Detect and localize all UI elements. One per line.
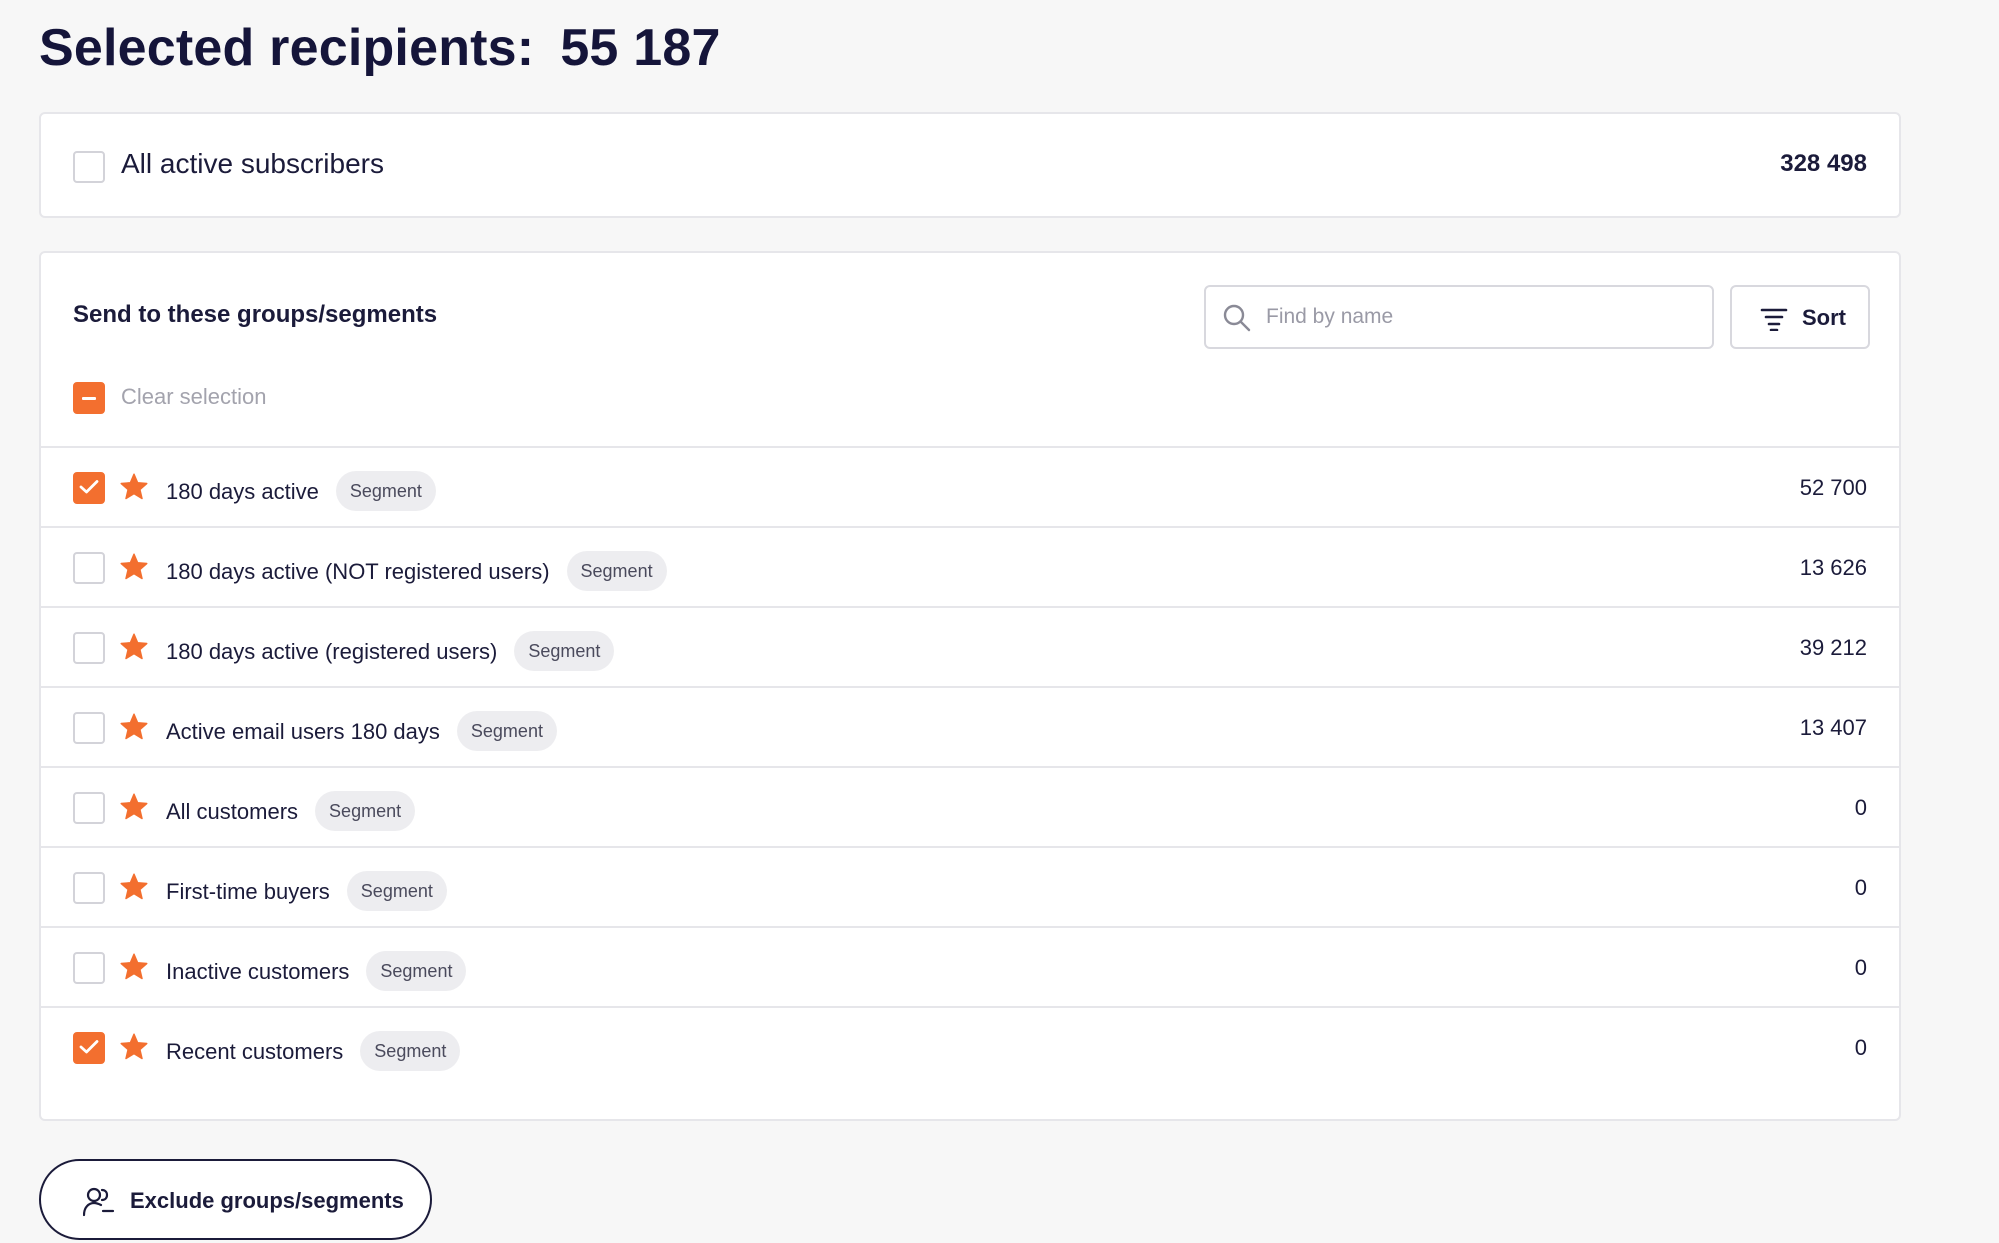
segment-badge: Segment: [366, 951, 467, 991]
segment-badge: Segment: [456, 711, 557, 751]
group-row-name: All customers Segment: [166, 791, 416, 831]
star-icon[interactable]: [119, 632, 149, 667]
group-row[interactable]: First-time buyers Segment 0: [41, 846, 1899, 926]
sort-button[interactable]: Sort: [1730, 285, 1870, 349]
group-row-label: 180 days active (NOT registered users): [166, 559, 550, 584]
groups-heading: Send to these groups/segments: [73, 301, 438, 328]
group-row-label: Recent customers: [166, 1039, 344, 1064]
group-row-name: Recent customers Segment: [166, 1031, 461, 1071]
group-row-count: 0: [1854, 955, 1867, 980]
user-minus-icon: [83, 1187, 115, 1217]
exclude-groups-button[interactable]: Exclude groups/segments: [39, 1159, 432, 1240]
group-row[interactable]: All customers Segment 0: [41, 766, 1899, 846]
group-row[interactable]: 180 days active Segment 52 700: [41, 446, 1899, 526]
group-row-name: Active email users 180 days Segment: [166, 711, 557, 751]
group-row-name: 180 days active (registered users) Segmen…: [166, 631, 615, 671]
group-row-checkbox[interactable]: [73, 712, 105, 744]
group-row-count: 13 626: [1799, 555, 1867, 580]
group-row[interactable]: Inactive customers Segment 0: [41, 926, 1899, 1006]
star-icon[interactable]: [119, 472, 149, 507]
selected-recipients-count: 55 187: [560, 19, 721, 77]
all-subscribers-label: All active subscribers: [121, 148, 384, 179]
group-row-count: 52 700: [1799, 475, 1867, 500]
groups-list: 180 days active Segment 52 700 180 days act…: [41, 446, 1899, 1086]
group-row-checkbox[interactable]: [73, 472, 105, 504]
group-row-checkbox[interactable]: [73, 552, 105, 584]
groups-card: Send to these groups/segments Sort Clear…: [39, 251, 1901, 1121]
search-icon: [1223, 304, 1251, 332]
group-row-label: First-time buyers: [166, 879, 330, 904]
group-row-name: Inactive customers Segment: [166, 951, 467, 991]
group-row-label: Active email users 180 days: [166, 719, 440, 744]
star-icon[interactable]: [119, 1032, 149, 1067]
clear-selection-label[interactable]: Clear selection: [121, 384, 267, 410]
group-row-checkbox[interactable]: [73, 872, 105, 904]
group-row[interactable]: Recent customers Segment 0: [41, 1006, 1899, 1086]
all-subscribers-count: 328 498: [1780, 150, 1867, 177]
page-title: Selected recipients: 55 187: [39, 18, 721, 78]
group-row-name: 180 days active Segment: [166, 471, 436, 511]
exclude-groups-button-label: Exclude groups/segments: [130, 1188, 404, 1213]
group-row-name: 180 days active (NOT registered users) Se…: [166, 551, 667, 591]
segment-badge: Segment: [346, 871, 447, 911]
segment-badge: Segment: [514, 631, 615, 671]
star-icon[interactable]: [119, 952, 149, 987]
group-row-checkbox[interactable]: [73, 952, 105, 984]
search-input[interactable]: [1266, 299, 1696, 335]
group-row[interactable]: 180 days active (NOT registered users) Se…: [41, 526, 1899, 606]
all-subscribers-card[interactable]: All active subscribers 328 498: [39, 112, 1901, 218]
clear-selection-checkbox[interactable]: [73, 382, 105, 414]
group-row-label: 180 days active (registered users): [166, 639, 498, 664]
group-row-name: First-time buyers Segment: [166, 871, 447, 911]
filter-sort-icon: [1760, 308, 1788, 331]
group-row-label: Inactive customers: [166, 959, 350, 984]
sort-button-label: Sort: [1802, 305, 1846, 330]
star-icon[interactable]: [119, 792, 149, 827]
group-row-count: 0: [1854, 795, 1867, 820]
group-row-checkbox[interactable]: [73, 792, 105, 824]
segment-badge: Segment: [335, 471, 436, 511]
group-row-count: 39 212: [1799, 635, 1867, 660]
segment-badge: Segment: [360, 1031, 461, 1071]
group-row[interactable]: Active email users 180 days Segment 13 407: [41, 686, 1899, 766]
star-icon[interactable]: [119, 872, 149, 907]
group-row-count: 0: [1854, 875, 1867, 900]
search-box[interactable]: [1204, 285, 1714, 349]
segment-badge: Segment: [566, 551, 667, 591]
group-row-count: 0: [1854, 1035, 1867, 1060]
group-row-count: 13 407: [1799, 715, 1867, 740]
page-title-label: Selected recipients:: [39, 19, 535, 77]
star-icon[interactable]: [119, 552, 149, 587]
star-icon[interactable]: [119, 712, 149, 747]
group-row-label: 180 days active: [166, 479, 319, 504]
group-row-checkbox[interactable]: [73, 632, 105, 664]
all-subscribers-checkbox[interactable]: [73, 151, 105, 183]
group-row[interactable]: 180 days active (registered users) Segmen…: [41, 606, 1899, 686]
segment-badge: Segment: [315, 791, 416, 831]
group-row-checkbox[interactable]: [73, 1032, 105, 1064]
group-row-label: All customers: [166, 799, 299, 824]
